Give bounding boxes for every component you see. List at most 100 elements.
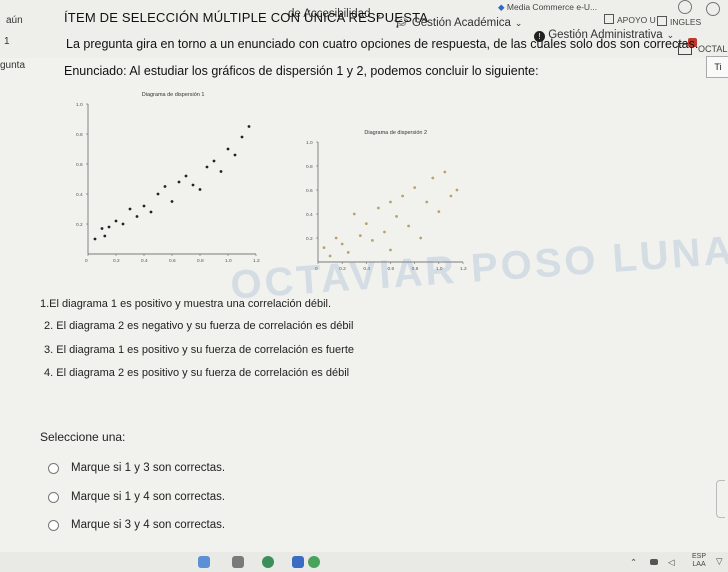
- x-tick-label: 0.8: [197, 258, 204, 264]
- data-point: [177, 180, 181, 184]
- data-point: [389, 200, 392, 204]
- y-tick-label: 0.8: [76, 132, 83, 138]
- data-point: [322, 246, 326, 249]
- question-type-title: ÍTEM DE SELECCIÓN MÚLTIPLE CON ÚNICA RES…: [64, 10, 429, 25]
- answer-label: Marque si 1 y 4 son correctas.: [71, 491, 226, 503]
- radio-button[interactable]: [48, 519, 59, 531]
- data-point: [395, 215, 398, 218]
- word-icon[interactable]: [292, 556, 304, 568]
- x-tick-label: 0.2: [339, 266, 346, 272]
- right-edge-panel[interactable]: Ti: [706, 56, 728, 78]
- data-point: [247, 125, 251, 128]
- y-tick-label: 0.6: [76, 162, 83, 168]
- chevron-up-icon[interactable]: ⌃: [630, 557, 637, 568]
- data-point: [407, 224, 411, 228]
- profile-icon[interactable]: [706, 2, 720, 16]
- data-point: [364, 222, 368, 225]
- data-point: [389, 248, 392, 252]
- x-tick-label: 0.4: [141, 258, 148, 264]
- wifi-icon[interactable]: ▽: [716, 556, 723, 567]
- data-point: [93, 237, 97, 241]
- data-point: [425, 200, 429, 204]
- data-point: [114, 219, 118, 223]
- chart-title: Diagrama de dispersión 1: [142, 92, 205, 98]
- data-point: [449, 194, 453, 198]
- data-point: [419, 236, 423, 240]
- scatter-chart-2: Diagrama de dispersión 2 0 0.2 0.4 0.6 0.8 1.0…: [306, 130, 467, 272]
- x-tick-label: 1.2: [460, 266, 467, 272]
- data-point: [233, 153, 237, 157]
- chart-title: Diagrama de dispersión 2: [364, 130, 427, 136]
- answer-label: Marque si 1 y 3 son correctas.: [71, 462, 226, 474]
- data-point: [163, 185, 167, 188]
- data-point: [383, 230, 386, 234]
- data-point: [198, 188, 202, 191]
- x-tick-label: 1.0: [225, 258, 232, 264]
- data-point: [413, 186, 417, 189]
- nav-octal[interactable]: OCTALI: [698, 44, 728, 54]
- whatsapp-icon[interactable]: [308, 556, 320, 568]
- data-point: [431, 176, 435, 180]
- statement-1: 1.El diagrama 1 es positivo y muestra un…: [40, 298, 332, 310]
- data-point: [377, 206, 380, 210]
- bookmark-media-commerce[interactable]: ◆ Media Commerce e-U...: [498, 2, 597, 13]
- x-tick-label: 1.0: [436, 266, 443, 272]
- shield-icon[interactable]: [678, 0, 692, 14]
- data-point: [205, 165, 209, 169]
- data-point: [226, 147, 230, 151]
- y-tick-label: 1.0: [306, 140, 313, 146]
- data-point: [184, 174, 188, 178]
- scroll-handle[interactable]: [716, 480, 725, 518]
- data-point: [121, 222, 125, 226]
- x-tick-label: 0.2: [113, 258, 120, 264]
- bookmark-ingles[interactable]: INGLES: [657, 16, 701, 27]
- x-tick-label: 0.6: [388, 266, 395, 272]
- statement-2: 2. El diagrama 2 es negativo y su fuerza…: [44, 320, 354, 332]
- answer-option-b[interactable]: Marque si 1 y 4 son correctas.: [48, 491, 225, 503]
- app-icon[interactable]: [232, 556, 244, 568]
- data-point: [437, 210, 441, 213]
- y-tick-label: 1.0: [76, 102, 83, 108]
- statement-3: 3. El diagrama 1 es positivo y su fuerza…: [44, 344, 354, 356]
- radio-button[interactable]: [48, 491, 59, 503]
- x-tick-label: 0.6: [169, 258, 176, 264]
- x-tick-label: 0.8: [412, 266, 419, 272]
- data-point: [352, 212, 356, 216]
- radio-button[interactable]: [48, 462, 59, 474]
- answer-label: Marque si 3 y 4 son correctas.: [71, 519, 226, 531]
- data-point: [328, 254, 332, 258]
- data-point: [370, 239, 374, 242]
- network-icon[interactable]: [650, 559, 658, 565]
- language-indicator[interactable]: ESP LAA: [692, 553, 706, 569]
- statement-4: 4. El diagrama 2 es positivo y su fuerza…: [44, 367, 350, 379]
- data-point: [100, 227, 104, 230]
- data-point: [103, 234, 107, 238]
- browser-icon[interactable]: [198, 556, 210, 568]
- data-point: [191, 183, 195, 187]
- data-point: [358, 234, 362, 237]
- chat-icon[interactable]: [262, 556, 274, 568]
- data-point: [149, 210, 153, 214]
- y-tick-label: 0.8: [306, 164, 313, 170]
- bookmark-apoyo[interactable]: APOYO U: [604, 14, 656, 25]
- left-status: aún: [6, 15, 23, 26]
- scatter-chart-1: Diagrama de dispersión 1 0 0.2 0.4 0.6 0.8 1.0…: [76, 92, 260, 264]
- data-point: [443, 170, 447, 174]
- x-tick-label: 0: [315, 266, 318, 272]
- answer-option-a[interactable]: Marque si 1 y 3 son correctas.: [48, 462, 225, 474]
- data-point: [156, 192, 160, 196]
- question-intro: La pregunta gira en torno a un enunciado…: [66, 37, 699, 51]
- data-point: [240, 135, 244, 139]
- y-tick-label: 0.6: [306, 188, 313, 194]
- data-point: [170, 200, 174, 203]
- y-tick-label: 0.2: [76, 222, 83, 228]
- y-tick-label: 0.4: [306, 212, 313, 218]
- x-tick-label: 0.4: [363, 266, 370, 272]
- left-number: 1: [4, 36, 10, 47]
- data-point: [142, 204, 146, 208]
- data-point: [401, 194, 404, 198]
- data-point: [107, 225, 111, 229]
- data-point: [455, 188, 459, 192]
- volume-icon[interactable]: ◁: [668, 557, 675, 568]
- answer-option-c[interactable]: Marque si 3 y 4 son correctas.: [48, 519, 225, 531]
